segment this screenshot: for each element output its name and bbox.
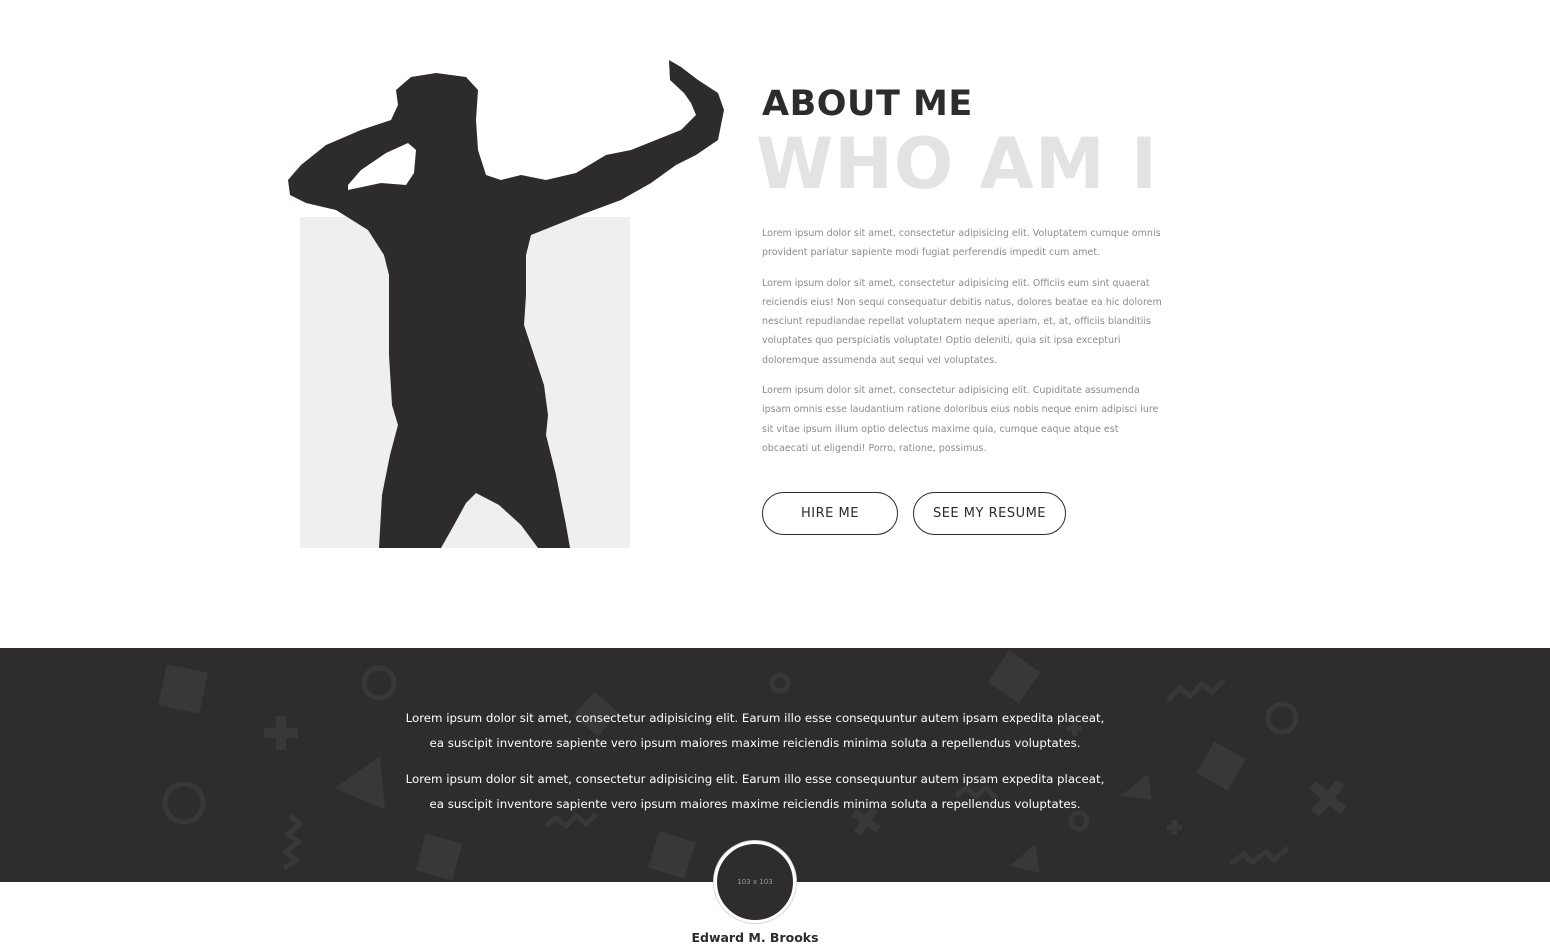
about-subtitle: WHO AM I xyxy=(756,123,1158,205)
author-avatar: 103 x 103 xyxy=(714,841,796,923)
about-paragraph: Lorem ipsum dolor sit amet, consectetur … xyxy=(762,277,1162,366)
testimonial-paragraph: Lorem ipsum dolor sit amet, consectetur … xyxy=(405,772,1105,811)
about-text-block: ABOUT ME WHO AM I Lorem ipsum dolor sit … xyxy=(756,84,1162,454)
about-title: ABOUT ME xyxy=(762,84,973,124)
about-photo xyxy=(286,55,730,549)
about-buttons: HIRE ME SEE MY RESUME xyxy=(762,492,1066,535)
avatar-placeholder-text: 103 x 103 xyxy=(737,878,773,886)
about-section: ABOUT ME WHO AM I Lorem ipsum dolor sit … xyxy=(0,0,1550,648)
about-paragraphs: Lorem ipsum dolor sit amet, consectetur … xyxy=(762,224,1162,469)
about-paragraph: Lorem ipsum dolor sit amet, consectetur … xyxy=(762,385,1159,454)
author-name: Edward M. Brooks xyxy=(691,930,819,945)
about-paragraph: Lorem ipsum dolor sit amet, consectetur … xyxy=(762,228,1161,259)
testimonial-quote: Lorem ipsum dolor sit amet, consectetur … xyxy=(400,706,1110,828)
testimonial-paragraph: Lorem ipsum dolor sit amet, consectetur … xyxy=(405,711,1105,750)
see-resume-button[interactable]: SEE MY RESUME xyxy=(913,492,1066,535)
person-silhouette-image xyxy=(288,60,724,548)
hire-me-button[interactable]: HIRE ME xyxy=(762,492,898,535)
